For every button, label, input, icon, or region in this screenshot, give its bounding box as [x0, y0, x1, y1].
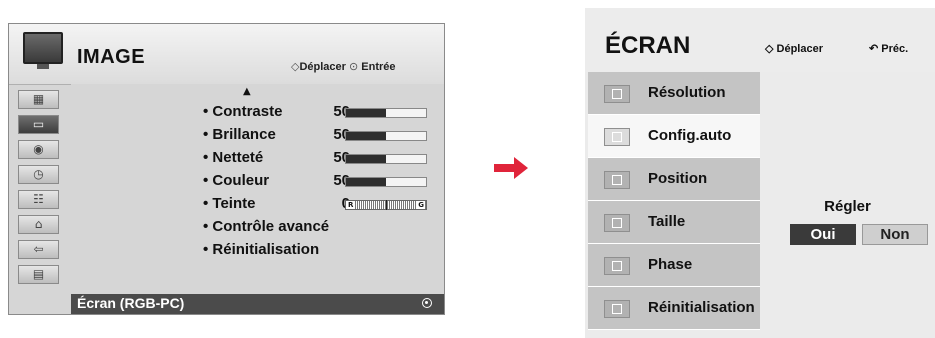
- image-menu: IMAGE ◇Déplacer ⊙ Entrée ▦ ▭ ◉ ◷ ☷ ⌂ ⇦ ▤…: [8, 23, 445, 315]
- level-bar-fill: [346, 109, 386, 117]
- ecran-item-label: Taille: [648, 213, 686, 230]
- ecran-item-resolution[interactable]: Résolution: [588, 72, 760, 115]
- option-icon[interactable]: ☷: [18, 190, 59, 209]
- option-label: • Contrôle avancé: [203, 218, 330, 235]
- hint-move-label: Déplacer: [776, 43, 824, 55]
- level-bar-fill: [346, 155, 386, 163]
- time-icon[interactable]: ◷: [18, 165, 59, 184]
- regler-label: Régler: [824, 198, 871, 215]
- ecran-item-phase[interactable]: Phase: [588, 244, 760, 287]
- reset-icon: [604, 300, 630, 318]
- level-bar[interactable]: [345, 131, 427, 141]
- ecran-menu-header: ÉCRAN ◇ Déplacer ↶ Préc.: [585, 8, 935, 72]
- option-label: • Teinte: [203, 195, 256, 212]
- back-icon: ↶: [869, 43, 879, 55]
- screen-rgb-pc-item[interactable]: Écran (RGB-PC): [71, 294, 444, 314]
- audio-icon[interactable]: ◉: [18, 140, 59, 159]
- level-bar-fill: [346, 178, 386, 186]
- enter-icon: [422, 298, 432, 308]
- image-menu-sidebar: ▦ ▭ ◉ ◷ ☷ ⌂ ⇦ ▤: [9, 84, 71, 314]
- ecran-item-label: Position: [648, 170, 708, 187]
- tint-marker: [386, 200, 387, 210]
- ecran-item-position[interactable]: Position: [588, 158, 760, 201]
- option-couleur[interactable]: • Couleur 50: [71, 171, 444, 193]
- input-icon[interactable]: ⇦: [18, 240, 59, 259]
- no-button[interactable]: Non: [862, 224, 928, 245]
- right-arrow-icon: [494, 157, 528, 179]
- enter-icon: ⊙: [349, 61, 359, 73]
- option-nettete[interactable]: • Netteté 50: [71, 148, 444, 170]
- option-label: • Contraste: [203, 103, 283, 120]
- option-label: • Brillance: [203, 126, 276, 143]
- ecran-item-label: Phase: [648, 256, 693, 273]
- level-bar[interactable]: [345, 154, 427, 164]
- hint-back-label: Préc.: [881, 43, 909, 55]
- option-label: • Couleur: [203, 172, 270, 189]
- tint-red-label: R: [347, 201, 355, 209]
- auto-config-icon: [604, 128, 630, 146]
- size-icon: [604, 214, 630, 232]
- option-brillance[interactable]: • Brillance 50: [71, 125, 444, 147]
- option-contraste[interactable]: • Contraste 50: [71, 102, 444, 124]
- level-bar-fill: [346, 132, 386, 140]
- lock-icon[interactable]: ⌂: [18, 215, 59, 234]
- ecran-item-reinitialisation[interactable]: Réinitialisation: [588, 287, 760, 330]
- ecran-menu-title: ÉCRAN: [605, 32, 691, 59]
- image-menu-hints: ◇Déplacer ⊙ Entrée: [291, 60, 396, 73]
- screen-icon[interactable]: ▭: [18, 115, 59, 134]
- screen-rgb-pc-label: Écran (RGB-PC): [77, 295, 185, 311]
- scroll-up-icon[interactable]: ▲: [243, 86, 251, 97]
- phase-icon: [604, 257, 630, 275]
- ecran-item-label: Résolution: [648, 84, 726, 101]
- ecran-hint-back: ↶ Préc.: [869, 42, 908, 55]
- level-bar[interactable]: [345, 108, 427, 118]
- ecran-item-config-auto[interactable]: Config.auto: [588, 115, 760, 158]
- ecran-menu: ÉCRAN ◇ Déplacer ↶ Préc. Résolution Conf…: [585, 8, 935, 338]
- resolution-icon: [604, 85, 630, 103]
- tint-green-label: G: [417, 201, 425, 209]
- ecran-item-label: Config.auto: [648, 127, 732, 144]
- option-label: • Réinitialisation: [203, 241, 320, 258]
- usb-icon[interactable]: ▤: [18, 265, 59, 284]
- yes-button[interactable]: Oui: [790, 224, 856, 245]
- option-controle-avance[interactable]: • Contrôle avancé: [71, 217, 444, 239]
- image-menu-title: IMAGE: [77, 46, 146, 68]
- ecran-hint-move: ◇ Déplacer: [765, 42, 823, 55]
- image-menu-options: ▲ • Contraste 50 • Brillance 50 • Nettet…: [71, 84, 444, 314]
- move-arrows-icon: ◇: [765, 43, 774, 55]
- option-reinitialisation[interactable]: • Réinitialisation: [71, 240, 444, 262]
- option-label: • Netteté: [203, 149, 264, 166]
- hint-enter-label: Entrée: [361, 61, 396, 73]
- image-menu-header: IMAGE ◇Déplacer ⊙ Entrée: [9, 24, 444, 85]
- ecran-item-label: Réinitialisation: [648, 299, 755, 316]
- ecran-item-taille[interactable]: Taille: [588, 201, 760, 244]
- picture-icon[interactable]: ▦: [18, 90, 59, 109]
- tv-picture-icon: [23, 32, 63, 69]
- option-teinte[interactable]: • Teinte 0 R G: [71, 194, 444, 216]
- position-icon: [604, 171, 630, 189]
- hint-move-label: Déplacer: [299, 61, 346, 73]
- level-bar[interactable]: [345, 177, 427, 187]
- config-auto-panel: Régler Oui Non: [760, 72, 935, 338]
- tint-bar[interactable]: R G: [345, 200, 427, 210]
